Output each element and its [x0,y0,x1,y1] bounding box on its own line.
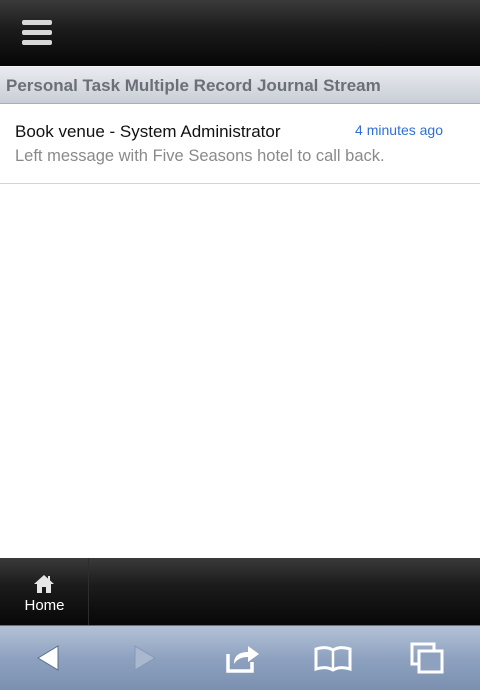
home-button[interactable]: Home [0,558,89,625]
item-timestamp: 4 minutes ago [355,122,443,138]
forward-arrow-icon[interactable] [125,640,165,676]
back-arrow-icon[interactable] [28,640,68,676]
bottom-nav-bar: Home [0,558,480,625]
section-header: Personal Task Multiple Record Journal St… [0,66,480,104]
item-message: Left message with Five Seasons hotel to … [15,147,385,165]
home-label: Home [24,597,65,614]
section-title: Personal Task Multiple Record Journal St… [6,76,381,95]
item-title: Book venue - System Administrator [15,122,281,141]
tabs-icon[interactable] [408,640,448,676]
hamburger-menu-icon[interactable] [20,16,56,50]
app-screen: Personal Task Multiple Record Journal St… [0,0,480,690]
browser-toolbar [0,625,480,690]
share-icon[interactable] [222,640,262,676]
home-icon [34,575,54,593]
top-header-bar [0,0,480,66]
bookmarks-icon[interactable] [313,640,353,676]
journal-stream-list: Book venue - System Administrator 4 minu… [0,104,480,184]
list-item[interactable]: Book venue - System Administrator 4 minu… [0,104,480,184]
